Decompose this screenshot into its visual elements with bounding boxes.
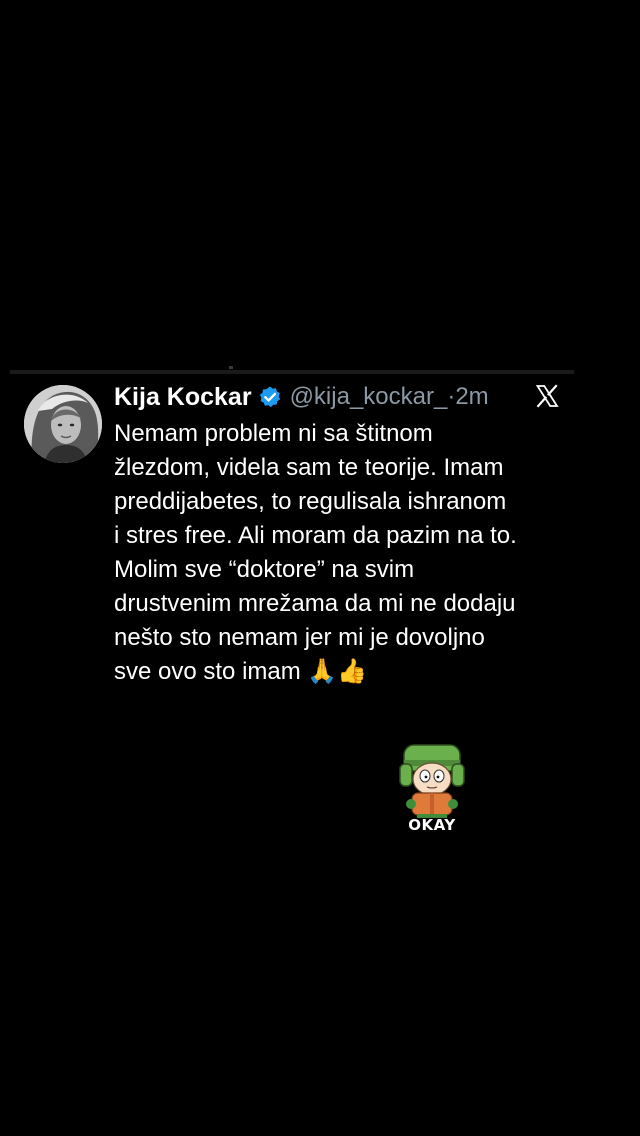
separator-dot: · bbox=[447, 383, 456, 410]
tweet-text: Nemam problem ni sa štitnom žlezdom, vid… bbox=[114, 417, 584, 689]
sticker-caption: OKAY bbox=[408, 816, 456, 834]
tweet-text-line: preddijabetes, to regulisala ishranom bbox=[114, 488, 507, 515]
tweet-text-line: žlezdom, videla sam te teorije. Imam bbox=[114, 454, 504, 481]
okay-sticker[interactable]: OKAY bbox=[397, 742, 467, 838]
tweet-text-line: Molim sve “doktore” na svim bbox=[114, 556, 415, 583]
display-name[interactable]: Kija Kockar bbox=[114, 383, 252, 412]
user-handle[interactable]: @kija_kockar_ bbox=[290, 383, 448, 411]
tweet-text-line: nešto sto nemam jer mi je dovoljno bbox=[114, 624, 485, 651]
verified-badge-icon bbox=[258, 385, 282, 409]
card-top-divider bbox=[10, 370, 574, 374]
avatar-portrait-image bbox=[24, 385, 102, 463]
avatar[interactable] bbox=[24, 385, 102, 463]
tweet-text-line: sve ovo sto imam 🙏👍 bbox=[114, 658, 368, 685]
card-top-marker bbox=[229, 366, 233, 369]
tweet-header: Kija Kockar @kija_kockar_ · 2m bbox=[114, 380, 489, 414]
tweet-text-line: i stres free. Ali moram da pazim na to. bbox=[114, 522, 517, 549]
tweet-time[interactable]: 2m bbox=[455, 383, 488, 411]
x-logo-icon[interactable] bbox=[535, 384, 559, 408]
tweet-text-line: drustvenim mrežama da mi ne dodaju bbox=[114, 590, 516, 617]
tweet-text-line: Nemam problem ni sa štitnom bbox=[114, 420, 433, 447]
